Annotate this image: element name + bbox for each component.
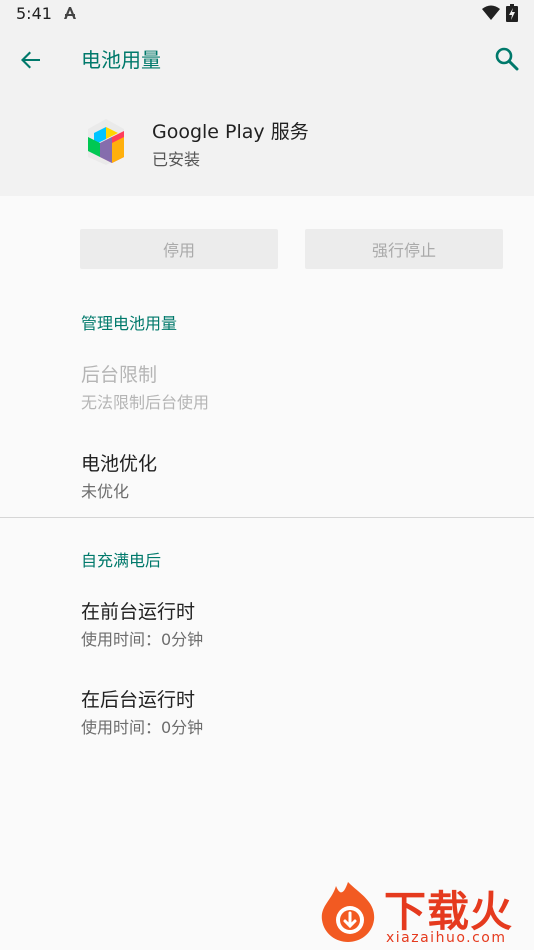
watermark: 下载火 xiazaihuo.com (316, 880, 528, 946)
app-install-status: 已安装 (152, 150, 201, 169)
watermark-url: xiazaihuo.com (386, 930, 507, 946)
disable-button[interactable]: 停用 (80, 229, 278, 269)
google-play-services-icon (88, 119, 124, 165)
background-restriction-item[interactable]: 后台限制 无法限制后台使用 (0, 360, 534, 416)
pref-title: 后台限制 (81, 364, 158, 386)
battery-optimization-item[interactable]: 电池优化 未优化 (0, 449, 534, 505)
divider (0, 517, 534, 518)
back-arrow-icon[interactable] (18, 47, 44, 73)
search-icon[interactable] (494, 46, 520, 72)
pref-title: 在前台运行时 (81, 601, 196, 623)
force-stop-button[interactable]: 强行停止 (305, 229, 503, 269)
a-icon (64, 7, 76, 19)
pref-title: 电池优化 (81, 453, 158, 475)
manage-battery-section-header: 管理电池用量 (81, 314, 178, 333)
foreground-usage-item[interactable]: 在前台运行时 使用时间：0分钟 (0, 597, 534, 653)
pref-summary: 无法限制后台使用 (81, 393, 210, 412)
watermark-logo-icon (321, 882, 375, 942)
pref-title: 在后台运行时 (81, 689, 196, 711)
status-time: 5:41 (16, 4, 52, 23)
pref-summary: 未优化 (81, 482, 130, 501)
since-full-charge-section-header: 自充满电后 (81, 551, 162, 570)
battery-icon (506, 4, 518, 22)
pref-summary: 使用时间：0分钟 (81, 630, 204, 649)
app-name: Google Play 服务 (152, 121, 309, 143)
app-info-header: 电池用量 Google Play 服务 已安装 (0, 27, 534, 196)
page-title: 电池用量 (81, 48, 161, 72)
pref-summary: 使用时间：0分钟 (81, 718, 204, 737)
status-bar: 5:41 (0, 0, 534, 27)
background-usage-item[interactable]: 在后台运行时 使用时间：0分钟 (0, 685, 534, 741)
wifi-icon (482, 5, 500, 20)
